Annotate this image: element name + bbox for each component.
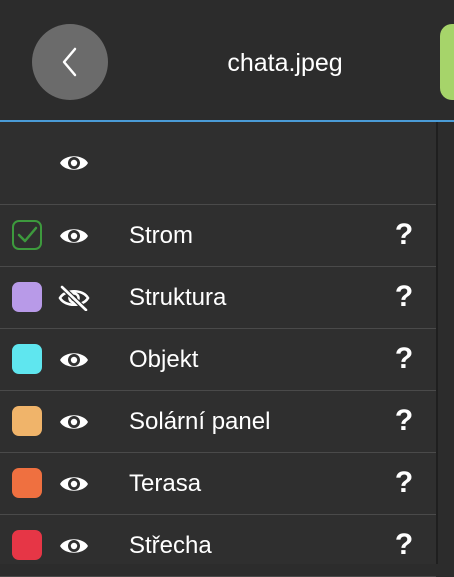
eye-icon[interactable] <box>58 150 90 176</box>
item-label: Strom <box>129 222 194 249</box>
item-label: Objekt <box>129 346 199 373</box>
list-item[interactable]: Objekt ? <box>0 329 436 391</box>
checkbox[interactable] <box>12 220 42 250</box>
item-label: Solární panel <box>129 408 271 435</box>
eye-icon[interactable] <box>58 533 90 559</box>
color-swatch[interactable] <box>12 468 42 498</box>
eye-off-icon[interactable] <box>58 285 90 311</box>
help-button[interactable]: ? <box>392 218 416 252</box>
item-label: Struktura <box>129 284 227 311</box>
page-title: chata.jpeg <box>227 49 343 77</box>
list-item[interactable]: Střecha ? <box>0 515 436 577</box>
layer-list: Strom ? Struktura ? Objekt ? Solární pan… <box>0 122 438 577</box>
color-swatch[interactable] <box>12 344 42 374</box>
help-button[interactable]: ? <box>392 404 416 438</box>
side-tab[interactable] <box>440 24 454 100</box>
list-item[interactable]: Terasa ? <box>0 453 436 515</box>
help-button[interactable]: ? <box>392 466 416 500</box>
eye-icon[interactable] <box>58 347 90 373</box>
back-button[interactable] <box>32 24 108 100</box>
list-header <box>0 122 436 205</box>
help-button[interactable]: ? <box>392 280 416 314</box>
item-label: Terasa <box>129 470 202 497</box>
color-swatch[interactable] <box>12 406 42 436</box>
eye-icon[interactable] <box>58 471 90 497</box>
color-swatch[interactable] <box>12 530 42 560</box>
color-swatch[interactable] <box>12 282 42 312</box>
item-label: Střecha <box>129 532 212 559</box>
eye-icon[interactable] <box>58 409 90 435</box>
help-button[interactable]: ? <box>392 342 416 376</box>
list-item[interactable]: Solární panel ? <box>0 391 436 453</box>
chevron-left-icon <box>62 47 77 77</box>
list-item[interactable]: Strom ? <box>0 205 436 267</box>
top-bar: chata.jpeg <box>0 0 454 122</box>
help-button[interactable]: ? <box>392 528 416 562</box>
eye-icon[interactable] <box>58 223 90 249</box>
list-item[interactable]: Struktura ? <box>0 267 436 329</box>
check-icon <box>17 226 38 243</box>
